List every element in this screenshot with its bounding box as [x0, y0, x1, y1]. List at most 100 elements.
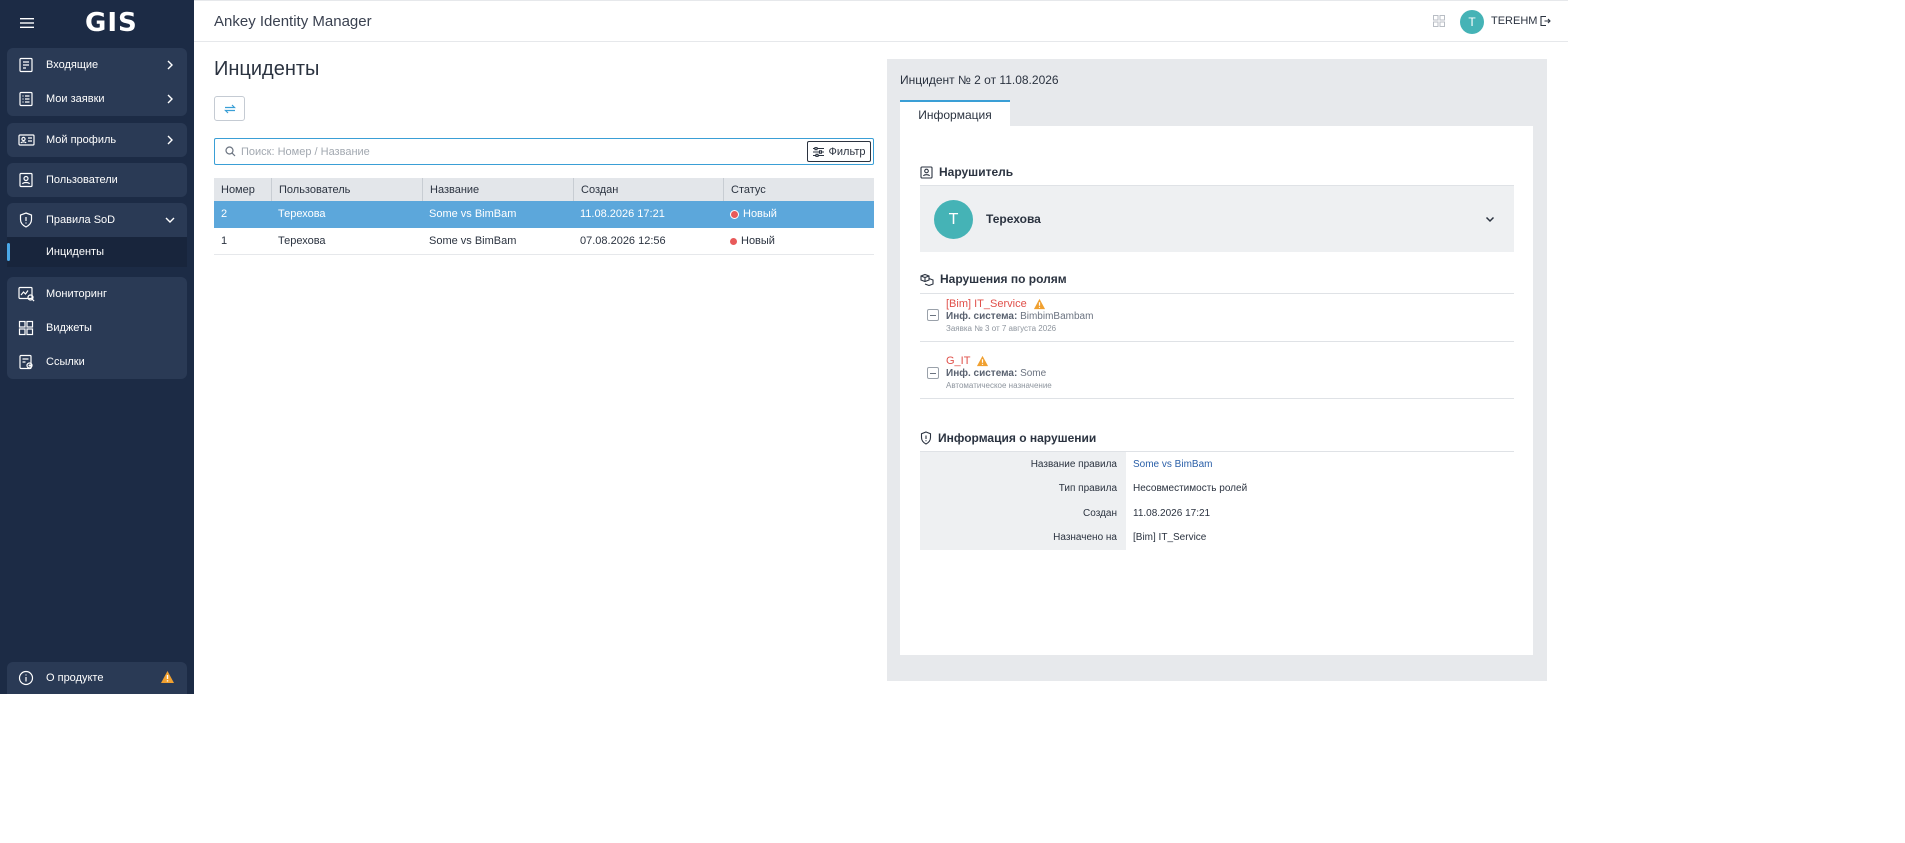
- section-title: Нарушитель: [939, 165, 1014, 179]
- collapse-toggle[interactable]: [927, 309, 939, 321]
- requests-icon: [17, 90, 35, 108]
- page-title: Инциденты: [214, 58, 320, 80]
- sidebar-item-sod-rules[interactable]: Правила SoD: [7, 203, 187, 237]
- system-label: Инф. система:: [946, 368, 1018, 379]
- user-name[interactable]: TEREHM: [1491, 15, 1537, 27]
- sidebar-item-about[interactable]: О продукте: [7, 662, 187, 694]
- sidebar-group-profile: Мой профиль: [7, 123, 187, 157]
- chevron-down-icon[interactable]: [1484, 213, 1496, 225]
- header: Ankey Identity Manager T TEREHM: [194, 3, 1568, 42]
- info-section-header: Информация о нарушении: [920, 431, 1096, 445]
- column-header-name[interactable]: Название: [422, 178, 573, 201]
- sidebar-item-links[interactable]: Ссылки: [7, 345, 187, 379]
- column-header-number[interactable]: Номер: [214, 178, 271, 201]
- role-system: Инф. система: Some: [946, 368, 1046, 379]
- sidebar-item-label: Мониторинг: [46, 288, 108, 300]
- apps-grid-icon[interactable]: [1433, 15, 1445, 27]
- system-value: Some: [1020, 368, 1047, 379]
- cell-status: Новый: [723, 235, 874, 247]
- info-row: Тип правила Несовместимость ролей: [920, 476, 1514, 501]
- chevron-down-icon: [165, 217, 175, 223]
- profile-card-icon: [17, 131, 35, 149]
- sidebar-item-users[interactable]: Пользователи: [7, 163, 187, 197]
- sidebar-item-profile[interactable]: Мой профиль: [7, 123, 187, 157]
- info-row: Название правила Some vs BimBam: [920, 452, 1514, 477]
- search-bar: Фильтр: [214, 138, 874, 165]
- cell-name: Some vs BimBam: [429, 208, 517, 220]
- cell-number: 2: [221, 208, 228, 220]
- warning-icon: [977, 355, 989, 367]
- warning-icon: [161, 671, 174, 683]
- divider: [920, 398, 1514, 399]
- info-value: 11.08.2026 17:21: [1133, 507, 1211, 519]
- chevron-right-icon: [167, 135, 173, 145]
- role-name[interactable]: [Bim] IT_Service: [946, 298, 1027, 310]
- table-row[interactable]: 1 Терехова Some vs BimBam 07.08.2026 12:…: [214, 228, 874, 255]
- info-value: Несовместимость ролей: [1133, 483, 1248, 495]
- sidebar-group-sod: Правила SoD: [7, 203, 187, 237]
- cell-created: 07.08.2026 12:56: [580, 235, 666, 247]
- filter-button[interactable]: Фильтр: [807, 141, 871, 162]
- divider: [920, 293, 1514, 294]
- inbox-icon: [17, 56, 35, 74]
- rule-name-link[interactable]: Some vs BimBam: [1126, 452, 1514, 477]
- shield-icon: [17, 211, 35, 229]
- sidebar-item-monitoring[interactable]: Мониторинг: [7, 277, 187, 311]
- status-dot-icon: [730, 237, 737, 245]
- sidebar-item-label: Ссылки: [46, 356, 85, 368]
- user-avatar[interactable]: T: [1460, 10, 1484, 34]
- tab-content: Нарушитель T Терехова Нарушения по ролям…: [900, 126, 1533, 655]
- table-row[interactable]: 2 Терехова Some vs BimBam 11.08.2026 17:…: [214, 201, 874, 228]
- warning-icon: [1033, 298, 1045, 310]
- sidebar-group-work: Входящие Мои заявки: [7, 48, 187, 116]
- status-label: Новый: [743, 208, 777, 220]
- info-row: Создан 11.08.2026 17:21: [920, 501, 1514, 526]
- column-header-created[interactable]: Создан: [573, 178, 723, 201]
- role-name-row: G_IT: [946, 355, 989, 367]
- chevron-right-icon: [167, 94, 173, 104]
- roles-cube-icon: [920, 273, 934, 286]
- violator-card[interactable]: T Терехова: [920, 186, 1514, 252]
- app-title: Ankey Identity Manager: [214, 13, 372, 30]
- monitoring-icon: [17, 285, 35, 303]
- sidebar: GIS Входящие Мои заявки Мой профиль Поль…: [0, 0, 194, 694]
- cell-user: Терехова: [278, 208, 326, 220]
- sidebar-item-requests[interactable]: Мои заявки: [7, 82, 187, 116]
- info-key: Назначено на: [920, 525, 1126, 550]
- logout-icon[interactable]: [1539, 15, 1551, 27]
- role-note: Автоматическое назначение: [946, 381, 1052, 390]
- sidebar-item-incidents[interactable]: Инциденты: [7, 237, 187, 267]
- cell-user: Терехова: [278, 235, 326, 247]
- column-header-status[interactable]: Статус: [723, 178, 874, 201]
- role-note: Заявка № 3 от 7 августа 2026: [946, 324, 1057, 333]
- incident-title: Инцидент № 2 от 11.08.2026: [900, 73, 1059, 87]
- logo: GIS: [85, 8, 138, 38]
- widgets-icon: [17, 319, 35, 337]
- section-title: Нарушения по ролям: [940, 272, 1067, 286]
- incidents-table: Номер Пользователь Название Создан Стату…: [214, 178, 874, 255]
- status-label: Новый: [741, 235, 775, 247]
- refresh-button[interactable]: [214, 96, 245, 121]
- sidebar-item-label: Мой профиль: [46, 134, 117, 146]
- sidebar-item-label: Пользователи: [46, 174, 118, 186]
- active-indicator: [7, 243, 10, 261]
- violator-section-header: Нарушитель: [920, 165, 1013, 179]
- chevron-right-icon: [167, 60, 173, 70]
- info-value: [Bim] IT_Service: [1133, 532, 1207, 544]
- system-value: BimbimBambam: [1020, 311, 1094, 322]
- info-key: Название правила: [920, 452, 1126, 477]
- collapse-toggle[interactable]: [927, 367, 939, 379]
- role-name[interactable]: G_IT: [946, 355, 970, 367]
- section-title: Информация о нарушении: [938, 431, 1097, 445]
- roles-section-header: Нарушения по ролям: [920, 272, 1067, 286]
- incident-detail-panel: Инцидент № 2 от 11.08.2026 Информация На…: [887, 59, 1547, 681]
- column-header-user[interactable]: Пользователь: [271, 178, 422, 201]
- sidebar-item-inbox[interactable]: Входящие: [7, 48, 187, 82]
- menu-toggle-icon[interactable]: [7, 3, 47, 43]
- tab-information[interactable]: Информация: [900, 100, 1010, 127]
- sidebar-item-label: Виджеты: [46, 322, 92, 334]
- table-header: Номер Пользователь Название Создан Стату…: [214, 178, 874, 201]
- sidebar-item-widgets[interactable]: Виджеты: [7, 311, 187, 345]
- shield-info-icon: [920, 431, 932, 445]
- search-input[interactable]: [239, 143, 799, 161]
